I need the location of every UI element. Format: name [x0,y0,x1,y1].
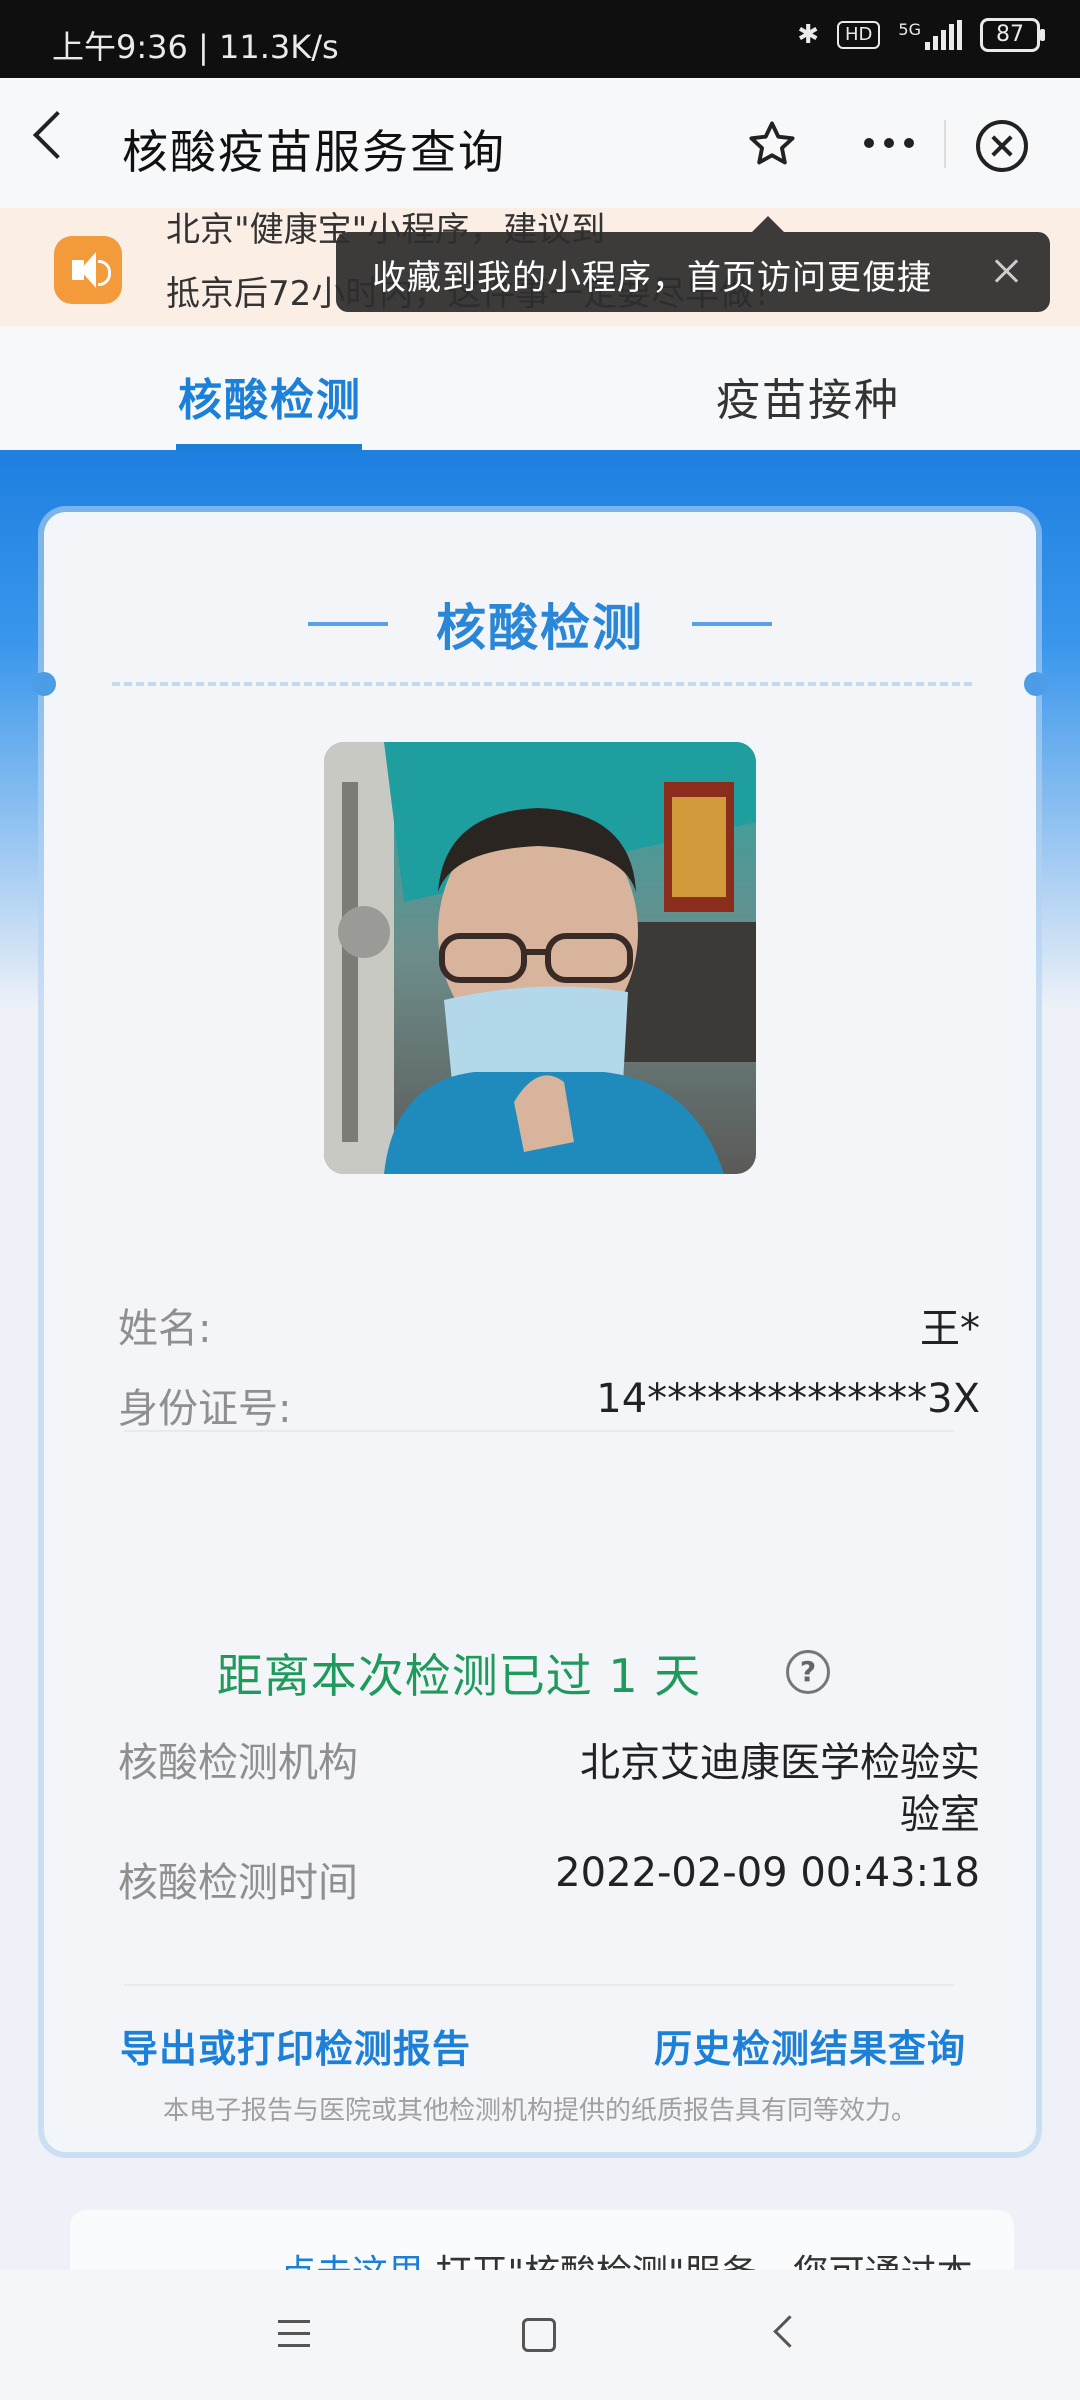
back-icon[interactable] [32,110,82,160]
name-label: 姓名: [118,1306,212,1352]
dashed-divider [112,682,972,686]
signal-icon: 5G [898,20,962,50]
test-time-value: 2022-02-09 00:43:18 [555,1850,980,1896]
nav-back-icon[interactable] [773,2315,806,2348]
title-bar: 核酸疫苗服务查询 [0,78,1080,208]
disclaimer-text: 本电子报告与医院或其他检测机构提供的纸质报告具有同等效力。 [162,2096,917,2126]
ticket-notch-right [1024,672,1048,696]
export-report-link[interactable]: 导出或打印检测报告 [120,2018,471,2073]
id-label: 身份证号: [118,1386,292,1432]
tab-bar: 核酸检测 疫苗接种 [0,326,1080,450]
favorite-tooltip: 收藏到我的小程序，首页访问更便捷 [336,216,1050,312]
page-title: 核酸疫苗服务查询 [122,125,506,179]
tab-vaccination[interactable]: 疫苗接种 [716,364,900,428]
test-time-label: 核酸检测时间 [118,1860,358,1906]
battery-icon: 87 [980,18,1045,52]
history-results-link[interactable]: 历史检测结果查询 [654,2018,966,2073]
favorite-star-icon[interactable] [746,118,798,170]
status-icons: ✱ HD 5G 87 [797,18,1045,52]
id-value: 14**************3X [596,1376,980,1422]
status-bar: 上午9:36 | 11.3K/s ✱ HD 5G 87 [0,0,1080,78]
status-time-speed: 上午9:36 | 11.3K/s [52,28,339,66]
recent-apps-icon[interactable] [278,2320,310,2356]
hd-icon: HD [837,21,881,49]
title-decor-right [692,622,772,626]
close-icon[interactable] [976,120,1028,172]
network-type: 5G [898,20,921,39]
ticket-notch-left [32,672,56,696]
tab-nucleic-test[interactable]: 核酸检测 [178,364,362,428]
result-card: 核酸检测 姓名: 王* 身份证号: 14**************3X 距离本… [32,512,1048,2152]
card-title: 核酸检测 [436,599,644,657]
bluetooth-icon: ✱ [797,20,820,50]
user-photo [324,742,756,1174]
tooltip-text: 收藏到我的小程序，首页访问更便捷 [372,258,932,298]
home-icon[interactable] [522,2318,556,2352]
days-since-test: 距离本次检测已过 1 天 [216,1649,702,1703]
org-label: 核酸检测机构 [118,1740,358,1786]
section-divider [124,1984,954,1986]
name-value: 王* [920,1306,980,1352]
system-nav-bar [0,2270,1080,2400]
capsule-divider [944,120,946,168]
more-icon[interactable] [864,138,914,148]
help-icon[interactable]: ? [786,1650,830,1694]
org-value-line1: 北京艾迪康医学检验实 [580,1740,980,1786]
org-value-line2: 验室 [900,1792,980,1838]
speaker-icon [54,236,122,304]
tooltip-close-icon[interactable] [992,256,1022,286]
section-divider [124,1430,954,1432]
